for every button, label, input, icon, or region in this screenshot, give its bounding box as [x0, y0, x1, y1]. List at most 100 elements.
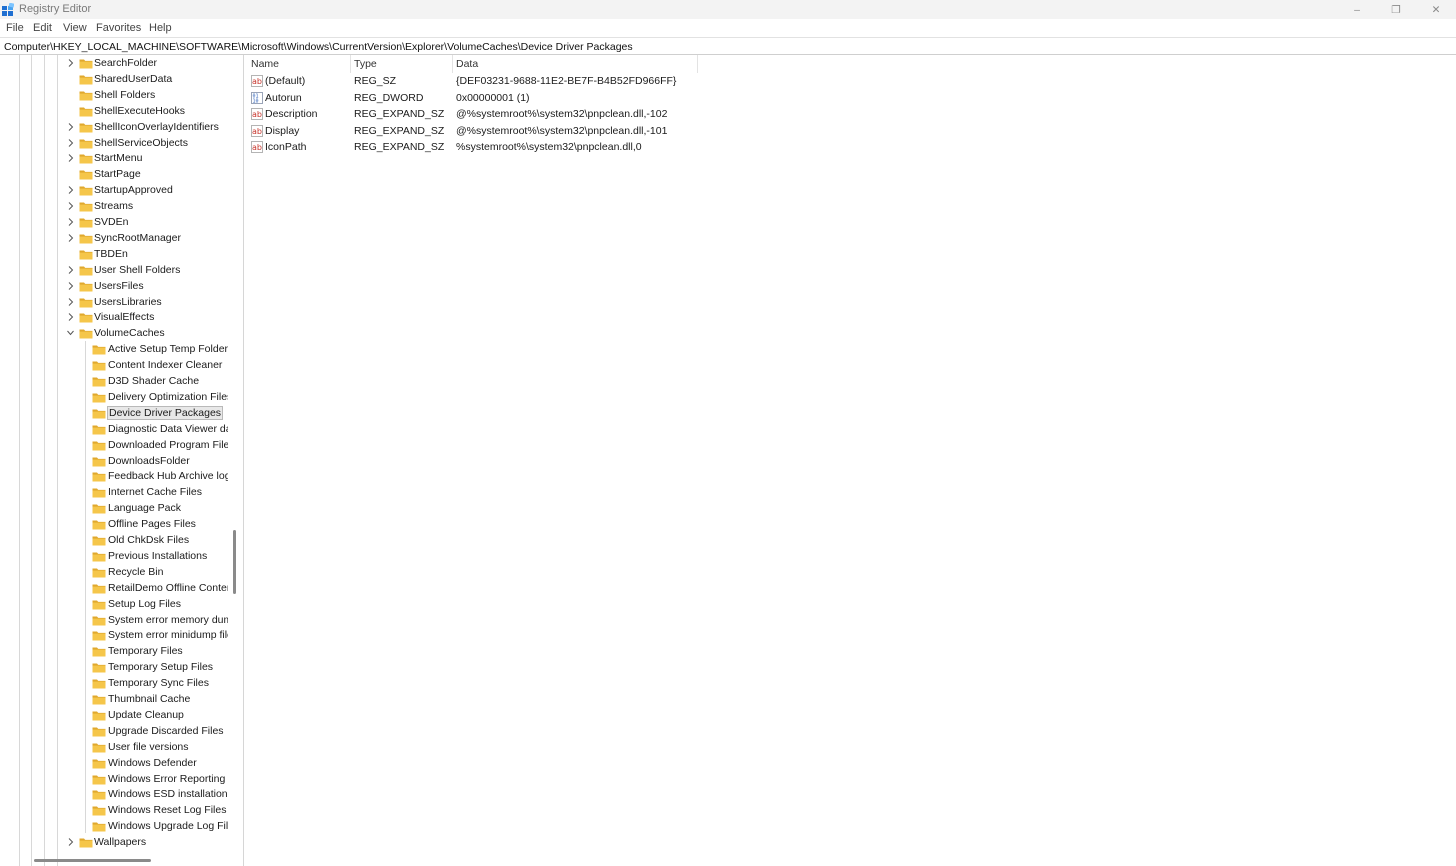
tree-key-item[interactable]: StartPage — [0, 167, 228, 182]
folder-icon — [92, 726, 106, 737]
tree-subkey-item[interactable]: Temporary Files — [0, 644, 228, 659]
tree-subkey-item[interactable]: Old ChkDsk Files — [0, 533, 228, 548]
tree-subkey-item[interactable]: Downloaded Program Files — [0, 438, 228, 453]
tree-key-item[interactable]: ShellServiceObjects — [0, 136, 228, 151]
value-row[interactable]: ab IconPath REG_EXPAND_SZ %systemroot%\syst… — [247, 139, 697, 155]
tree-horizontal-scrollbar[interactable] — [34, 859, 151, 862]
chevron-right-icon[interactable] — [66, 201, 75, 211]
maximize-button[interactable]: ❐ — [1376, 0, 1416, 19]
folder-icon — [79, 217, 93, 228]
tree-key-item[interactable]: UsersLibraries — [0, 295, 228, 310]
value-row[interactable]: ab Display REG_EXPAND_SZ @%systemroot%\syst… — [247, 123, 697, 139]
tree-key-item[interactable]: ShellExecuteHooks — [0, 104, 228, 119]
chevron-right-icon[interactable] — [66, 233, 75, 243]
tree-subkey-item[interactable]: Active Setup Temp Folders — [0, 342, 228, 357]
folder-icon — [79, 138, 93, 149]
address-path[interactable]: Computer\HKEY_LOCAL_MACHINE\SOFTWARE\Mic… — [4, 41, 633, 53]
chevron-right-icon[interactable] — [66, 122, 75, 132]
folder-icon — [92, 344, 106, 355]
tree-subkey-item[interactable]: Upgrade Discarded Files — [0, 724, 228, 739]
tree-key-item[interactable]: ShellIconOverlayIdentifiers — [0, 120, 228, 135]
tree-subkey-item[interactable]: Feedback Hub Archive log — [0, 469, 228, 484]
tree-subkey-item[interactable]: Setup Log Files — [0, 597, 228, 612]
tree-subkey-item[interactable]: Delivery Optimization Files — [0, 390, 228, 405]
tree-subkey-item[interactable]: Windows Reset Log Files — [0, 803, 228, 818]
chevron-right-icon[interactable] — [66, 153, 75, 163]
close-button[interactable]: ✕ — [1416, 0, 1456, 19]
tree-subkey-item[interactable]: Thumbnail Cache — [0, 692, 228, 707]
tree-subkey-item[interactable]: D3D Shader Cache — [0, 374, 228, 389]
chevron-right-icon[interactable] — [66, 312, 75, 322]
tree-key-item[interactable]: StartupApproved — [0, 183, 228, 198]
menu-view[interactable]: View — [63, 22, 87, 34]
chevron-right-icon[interactable] — [66, 217, 75, 227]
tree-subkey-item[interactable]: DownloadsFolder — [0, 454, 228, 469]
tree-vertical-scrollbar[interactable] — [233, 530, 236, 594]
tree-subkey-item[interactable]: System error memory dum — [0, 613, 228, 628]
column-header-data[interactable]: Data — [456, 58, 478, 70]
column-divider[interactable] — [697, 55, 698, 73]
tree-item-label: System error minidump file — [108, 629, 228, 642]
address-bar[interactable]: Computer\HKEY_LOCAL_MACHINE\SOFTWARE\Mic… — [0, 37, 1456, 55]
folder-icon — [92, 758, 106, 769]
tree-subkey-item[interactable]: User file versions — [0, 740, 228, 755]
value-row[interactable]: 01 10 Autorun REG_DWORD 0x00000001 (1) — [247, 90, 697, 106]
tree-subkey-item[interactable]: Device Driver Packages — [0, 405, 228, 421]
minimize-button[interactable]: – — [1337, 0, 1377, 19]
tree-key-item[interactable]: User Shell Folders — [0, 263, 228, 278]
menu-help[interactable]: Help — [149, 22, 172, 34]
tree-subkey-item[interactable]: Recycle Bin — [0, 565, 228, 580]
value-row[interactable]: ab (Default) REG_SZ {DEF03231-9688-11E2-BE7… — [247, 73, 697, 89]
tree-item-label: SearchFolder — [94, 57, 158, 69]
tree-key-item[interactable]: VisualEffects — [0, 310, 228, 325]
tree-item-label: Old ChkDsk Files — [108, 534, 190, 546]
chevron-right-icon[interactable] — [66, 297, 75, 307]
tree-subkey-item[interactable]: Temporary Setup Files — [0, 660, 228, 675]
tree-item-label: Delivery Optimization Files — [108, 390, 228, 403]
tree-key-item[interactable]: VolumeCaches — [0, 326, 228, 341]
tree-subkey-item[interactable]: Windows Defender — [0, 756, 228, 771]
tree-subkey-item[interactable]: Language Pack — [0, 501, 228, 516]
column-header-name[interactable]: Name — [251, 58, 279, 70]
tree-item-label: Shell Folders — [94, 88, 156, 101]
tree-subkey-item[interactable]: Update Cleanup — [0, 708, 228, 723]
folder-icon — [92, 662, 106, 673]
tree-subkey-item[interactable]: Windows Error Reporting F — [0, 772, 228, 787]
tree-key-item[interactable]: SharedUserData — [0, 72, 228, 87]
chevron-down-icon[interactable] — [66, 328, 75, 338]
menu-edit[interactable]: Edit — [33, 22, 52, 34]
tree-key-item[interactable]: StartMenu — [0, 151, 228, 166]
value-row[interactable]: ab Description REG_EXPAND_SZ @%systemroot%\… — [247, 106, 697, 122]
tree-subkey-item[interactable]: Windows Upgrade Log File — [0, 819, 228, 834]
tree-key-item[interactable]: UsersFiles — [0, 279, 228, 294]
tree-subkey-item[interactable]: Offline Pages Files — [0, 517, 228, 532]
column-header-type[interactable]: Type — [354, 58, 377, 70]
column-divider[interactable] — [350, 55, 351, 73]
tree-subkey-item[interactable]: RetailDemo Offline Conten — [0, 581, 228, 596]
tree-subkey-item[interactable]: Temporary Sync Files — [0, 676, 228, 691]
tree-item-label: Windows ESD installation f — [108, 788, 228, 801]
tree-key-item[interactable]: Wallpapers — [0, 835, 228, 850]
tree-subkey-item[interactable]: Diagnostic Data Viewer da — [0, 422, 228, 437]
tree-key-item[interactable]: SyncRootManager — [0, 231, 228, 246]
tree-subkey-item[interactable]: Content Indexer Cleaner — [0, 358, 228, 373]
menu-favorites[interactable]: Favorites — [96, 22, 141, 34]
column-divider[interactable] — [452, 55, 453, 73]
tree-subkey-item[interactable]: Windows ESD installation f — [0, 787, 228, 802]
tree-key-item[interactable]: SearchFolder — [0, 56, 228, 71]
tree-subkey-item[interactable]: Previous Installations — [0, 549, 228, 564]
tree-subkey-item[interactable]: Internet Cache Files — [0, 485, 228, 500]
tree-key-item[interactable]: Shell Folders — [0, 88, 228, 103]
chevron-right-icon[interactable] — [66, 281, 75, 291]
tree-key-item[interactable]: SVDEn — [0, 215, 228, 230]
chevron-right-icon[interactable] — [66, 837, 75, 847]
tree-key-item[interactable]: Streams — [0, 199, 228, 214]
tree-key-item[interactable]: TBDEn — [0, 247, 228, 262]
menu-file[interactable]: File — [6, 22, 24, 34]
tree-subkey-item[interactable]: System error minidump file — [0, 628, 228, 643]
chevron-right-icon[interactable] — [66, 58, 75, 68]
chevron-right-icon[interactable] — [66, 265, 75, 275]
key-tree-pane: SearchFolder SharedUserData Shell Folders S… — [0, 55, 244, 866]
chevron-right-icon[interactable] — [66, 185, 75, 195]
chevron-right-icon[interactable] — [66, 138, 75, 148]
